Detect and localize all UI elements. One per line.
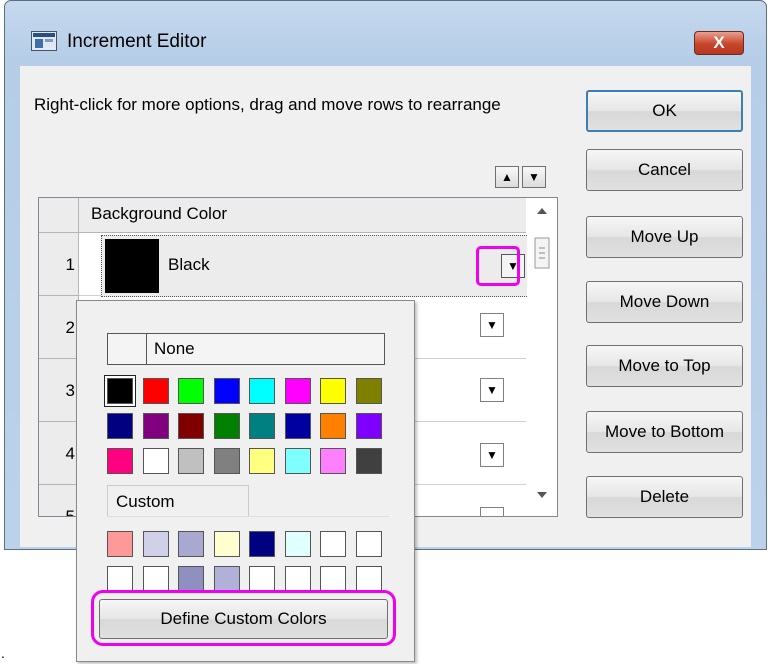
move-to-top-button[interactable]: Move to Top [586, 345, 743, 387]
none-color-option[interactable]: None [107, 333, 385, 365]
color-swatch[interactable] [320, 531, 346, 557]
row-up-arrow-button[interactable]: ▲ [495, 166, 519, 188]
color-swatch[interactable] [105, 376, 135, 406]
row-number[interactable]: 2 [39, 296, 79, 359]
custom-colors-header: Custom [107, 485, 249, 517]
color-swatch[interactable] [142, 531, 169, 557]
color-swatch[interactable] [142, 413, 169, 439]
color-swatch[interactable] [213, 448, 240, 474]
color-swatch[interactable] [355, 566, 382, 592]
title-bar[interactable]: Increment Editor X [5, 1, 766, 67]
window-title: Increment Editor [67, 31, 207, 52]
color-swatch[interactable] [249, 378, 275, 404]
color-swatch[interactable] [320, 566, 346, 592]
none-label: None [154, 339, 195, 358]
row-number[interactable]: 1 [39, 233, 79, 296]
ok-button[interactable]: OK [586, 90, 743, 132]
color-swatch[interactable] [355, 378, 382, 404]
row-number[interactable]: 5 [39, 485, 79, 516]
color-swatch[interactable] [249, 448, 275, 474]
selected-color-swatch [105, 239, 159, 293]
scrollbar-graphics [534, 208, 550, 498]
move-up-button[interactable]: Move Up [586, 216, 743, 258]
color-swatch[interactable] [213, 566, 240, 592]
close-button[interactable]: X [694, 31, 744, 55]
delete-button[interactable]: Delete [586, 476, 743, 518]
color-swatch[interactable] [107, 413, 133, 439]
color-swatch[interactable] [213, 531, 240, 557]
chevron-down-icon[interactable]: ▼ [480, 507, 504, 516]
vertical-scrollbar[interactable] [527, 198, 557, 516]
chevron-down-icon[interactable]: ▼ [480, 378, 504, 402]
cancel-button[interactable]: Cancel [586, 149, 743, 191]
none-swatch [108, 334, 147, 364]
highlight-define-button [91, 590, 396, 646]
color-swatch[interactable] [284, 531, 311, 557]
color-swatch[interactable] [178, 566, 204, 592]
color-swatch[interactable] [107, 448, 133, 474]
color-swatch[interactable] [178, 531, 204, 557]
color-swatch[interactable] [284, 378, 311, 404]
color-swatch[interactable] [284, 413, 311, 439]
color-swatch[interactable] [355, 448, 382, 474]
color-swatch[interactable] [284, 448, 311, 474]
color-swatch[interactable] [320, 378, 346, 404]
color-swatch[interactable] [355, 413, 382, 439]
move-down-button[interactable]: Move Down [586, 281, 743, 323]
highlight-dropdown-arrow [476, 246, 520, 286]
color-swatch[interactable] [249, 531, 275, 557]
color-swatch[interactable] [142, 566, 169, 592]
color-swatch[interactable] [320, 413, 346, 439]
row-number[interactable]: 3 [39, 359, 79, 422]
color-swatch[interactable] [178, 448, 204, 474]
color-swatch[interactable] [320, 448, 346, 474]
color-cell-editor[interactable]: Black ▼ [101, 235, 541, 297]
color-swatch[interactable] [249, 566, 275, 592]
selected-color-label: Black [168, 255, 210, 274]
row-number[interactable]: 4 [39, 422, 79, 485]
chevron-down-icon[interactable]: ▼ [480, 313, 504, 337]
color-swatch[interactable] [142, 378, 169, 404]
color-swatch[interactable] [284, 566, 311, 592]
color-swatch[interactable] [142, 448, 169, 474]
instructions-text: Right-click for more options, drag and m… [34, 95, 501, 114]
color-swatch[interactable] [178, 413, 204, 439]
chevron-down-icon[interactable]: ▼ [480, 443, 504, 467]
color-swatch[interactable] [178, 378, 204, 404]
column-header[interactable]: Background Color [79, 198, 526, 233]
color-swatch[interactable] [107, 531, 133, 557]
color-swatch[interactable] [213, 413, 240, 439]
app-window-icon [31, 31, 57, 51]
move-to-bottom-button[interactable]: Move to Bottom [586, 411, 743, 453]
divider [107, 516, 389, 517]
color-swatch[interactable] [107, 566, 133, 592]
grid-corner [39, 198, 79, 233]
stray-mark: . [1, 645, 5, 661]
color-swatch[interactable] [249, 413, 275, 439]
color-swatch[interactable] [213, 378, 240, 404]
color-swatch[interactable] [355, 531, 382, 557]
row-down-arrow-button[interactable]: ▼ [522, 166, 546, 188]
